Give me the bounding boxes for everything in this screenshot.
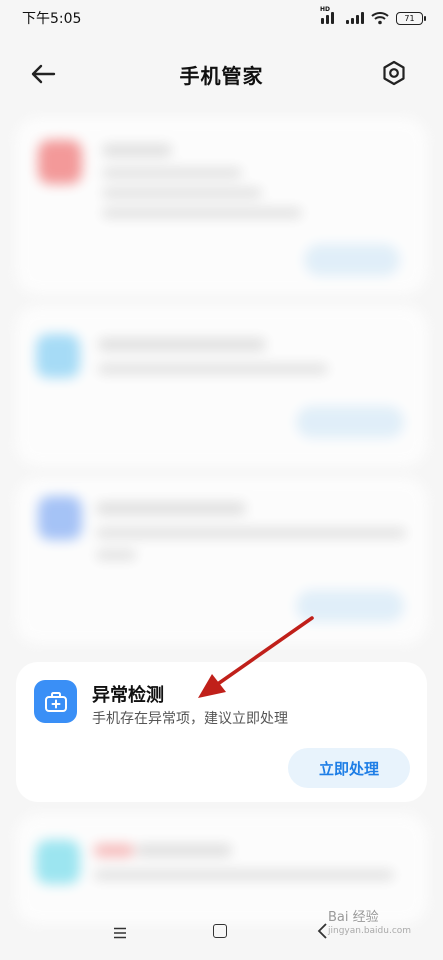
status-time: 下午5:05 [22,11,82,27]
handle-now-button[interactable]: 立即处理 [288,748,410,788]
blurred-text [102,208,302,218]
first-aid-case-icon [34,680,77,723]
blurred-text [94,870,394,880]
blurred-icon [36,840,80,884]
watermark-brand: Bai 经验 [328,910,379,925]
hd-badge: HD [320,6,331,13]
gear-icon [383,60,405,86]
watermark: Bai 经验 jingyan.baidu.com [328,910,438,958]
battery-level: 71 [404,13,415,23]
card-description: 手机存在异常项，建议立即处理 [92,711,288,727]
blurred-button [296,406,404,438]
blurred-text [96,550,136,560]
blurred-icon [38,496,82,540]
annotation-arrow [198,616,314,698]
blurred-text [102,188,262,198]
blurred-card [16,118,427,294]
signal-icon: HD [320,6,339,24]
page-title: 手机管家 [179,63,264,88]
blurred-button [304,244,400,276]
arrow-left-icon [31,64,56,84]
blurred-icon [36,334,80,378]
app-header: 手机管家 [0,46,443,102]
watermark-url: jingyan.baidu.com [328,925,412,936]
signal-icon-2 [346,12,364,24]
blurred-card [16,306,427,466]
blurred-text [98,364,328,374]
menu-button[interactable] [113,924,127,939]
card-title: 异常检测 [92,685,164,706]
blurred-text [136,844,232,857]
blurred-text [102,168,242,178]
back-button[interactable] [30,60,64,88]
home-button[interactable] [213,924,227,938]
blurred-text [102,144,172,157]
blurred-icon [38,140,82,184]
back-icon [317,923,327,939]
blurred-text [96,528,406,538]
blurred-text [96,502,246,515]
menu-icon [114,927,126,939]
status-icons: HD 71 [320,6,426,25]
blurred-text [98,338,266,351]
blurred-text [94,844,134,857]
battery-icon: 71 [396,11,426,25]
settings-button[interactable] [381,60,409,88]
wifi-icon [371,12,389,25]
status-bar: 下午5:05 HD 71 [0,0,443,36]
